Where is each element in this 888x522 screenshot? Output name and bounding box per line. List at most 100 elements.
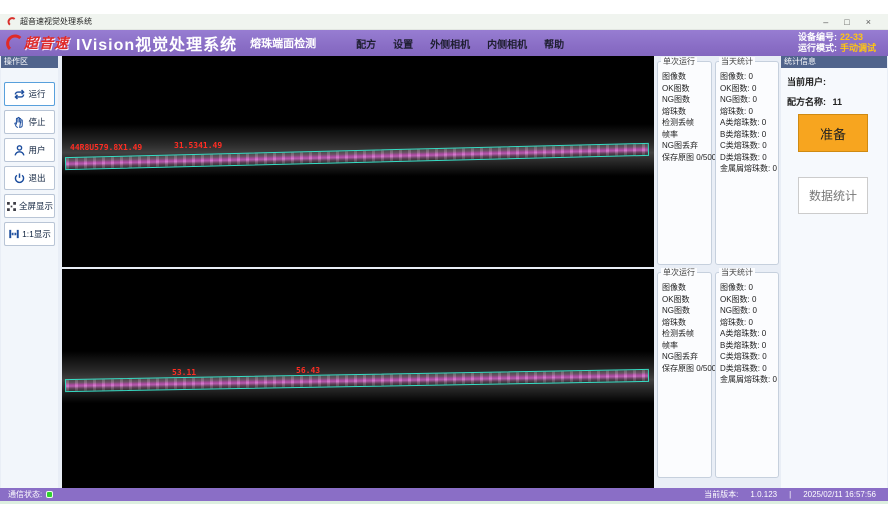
fullscreen-button[interactable]: 全屏显示: [4, 194, 55, 218]
measurement-annotation: 44R8U579.8X1.49: [70, 143, 142, 152]
stat-row: A类熔珠数: 0: [720, 328, 778, 340]
stat-row: 熔珠数: [662, 317, 711, 329]
version-label: 当前版本:: [704, 489, 738, 500]
info-panel: 当前用户: 配方名称: 11 准备 数据统计: [781, 68, 887, 488]
stat-row: 保存原图 0/500: [662, 363, 711, 375]
window-title: 超音速视觉处理系统: [20, 16, 92, 27]
stat-row: 图像数: [662, 71, 711, 83]
status-separator: |: [789, 490, 791, 499]
single-run-group-bottom: 单次运行 图像数 OK图数 NG图数 熔珠数 检测丢帧 帧率 NG图丢弃 保存原…: [657, 272, 712, 478]
window-minimize-icon[interactable]: –: [823, 15, 828, 29]
camera-view-top: 44R8U579.8X1.49 31.5341.49: [62, 56, 654, 267]
app-subtitle: 熔珠端面检测: [250, 35, 316, 51]
run-mode-label: 运行模式:: [798, 43, 837, 53]
run-mode-value: 手动调试: [840, 43, 876, 53]
sidebar-title: 操作区: [1, 56, 58, 68]
today-stats-group-top: 当天统计 图像数: 0 OK图数: 0 NG图数: 0 熔珠数: 0 A类熔珠数…: [715, 61, 779, 265]
comm-status-green-indicator: [46, 491, 53, 498]
stat-row: 保存原图 0/500: [662, 152, 711, 164]
recipe-name-value: 11: [833, 97, 843, 107]
brand-swoosh-icon: [5, 34, 23, 52]
power-icon: [13, 172, 26, 185]
stat-row: D类熔珠数: 0: [720, 152, 778, 164]
brand-logo: 超音速: [5, 33, 69, 53]
stat-row: D类熔珠数: 0: [720, 363, 778, 375]
measurement-annotation: 53.11: [172, 368, 196, 377]
operation-sidebar: 操作区 运行 停止: [1, 56, 58, 488]
stop-button[interactable]: 停止: [4, 110, 55, 134]
stat-row: 熔珠数: 0: [720, 106, 778, 118]
run-button-label: 运行: [28, 88, 45, 100]
window-maximize-icon[interactable]: □: [844, 15, 849, 29]
run-arrows-icon: [13, 88, 26, 101]
app-title: IVision视觉处理系统: [76, 31, 237, 55]
menu-inner-camera[interactable]: 内侧相机: [487, 36, 527, 51]
exit-button[interactable]: 退出: [4, 166, 55, 190]
window-close-icon[interactable]: ×: [866, 15, 871, 29]
stat-row: 检测丢帧: [662, 328, 711, 340]
stat-row: OK图数: 0: [720, 83, 778, 95]
menu-outer-camera[interactable]: 外侧相机: [430, 36, 470, 51]
run-button[interactable]: 运行: [4, 82, 55, 106]
one-to-one-button[interactable]: 1:1显示: [4, 222, 55, 246]
group-title: 单次运行: [661, 57, 697, 66]
device-info: 设备编号:22-33 运行模式:手动调试: [798, 32, 876, 54]
stat-row: NG图丢弃: [662, 351, 711, 363]
stat-row: OK图数: 0: [720, 294, 778, 306]
group-title: 当天统计: [719, 268, 755, 277]
stat-row: 图像数: 0: [720, 282, 778, 294]
comm-status-label: 通信状态:: [8, 489, 42, 500]
stat-row: 金属屑熔珠数: 0: [720, 163, 778, 175]
app-logo-icon: [7, 17, 16, 26]
user-button[interactable]: 用户: [4, 138, 55, 162]
stat-row: NG图数: [662, 94, 711, 106]
group-title: 单次运行: [661, 268, 697, 277]
recipe-name-label: 配方名称:: [787, 97, 826, 107]
stat-row: 检测丢帧: [662, 117, 711, 129]
today-stats-group-bottom: 当天统计 图像数: 0 OK图数: 0 NG图数: 0 熔珠数: 0 A类熔珠数…: [715, 272, 779, 478]
stat-row: NG图丢弃: [662, 140, 711, 152]
device-number-label: 设备编号:: [798, 32, 837, 42]
data-statistics-button[interactable]: 数据统计: [798, 177, 868, 214]
fullscreen-button-label: 全屏显示: [19, 200, 53, 212]
one-to-one-icon: [8, 228, 20, 240]
stat-row: OK图数: [662, 294, 711, 306]
user-icon: [13, 144, 26, 157]
measurement-annotation: 31.5341.49: [174, 141, 222, 150]
stat-row: B类熔珠数: 0: [720, 129, 778, 141]
os-titlebar: 超音速视觉处理系统 – □ ×: [0, 14, 888, 30]
main-area: 操作区 运行 停止: [0, 56, 888, 488]
exit-button-label: 退出: [28, 172, 45, 184]
stop-button-label: 停止: [28, 116, 45, 128]
stat-row: C类熔珠数: 0: [720, 351, 778, 363]
fullscreen-grid-icon: [6, 201, 17, 212]
status-bar: 通信状态: 当前版本: 1.0.123 | 2025/02/11 16:57:5…: [0, 488, 888, 501]
stat-row: C类熔珠数: 0: [720, 140, 778, 152]
info-panel-title: 统计信息: [781, 56, 887, 68]
measurement-annotation: 56.43: [296, 366, 320, 375]
stat-row: 帧率: [662, 129, 711, 141]
single-run-group-top: 单次运行 图像数 OK图数 NG图数 熔珠数 检测丢帧 帧率 NG图丢弃 保存原…: [657, 61, 712, 265]
menu-recipe[interactable]: 配方: [356, 36, 376, 51]
app-header: 超音速 IVision视觉处理系统 熔珠端面检测 配方 设置 外侧相机 内侧相机…: [0, 30, 888, 56]
brand-name: 超音速: [24, 33, 69, 53]
menu-settings[interactable]: 设置: [393, 36, 413, 51]
stat-row: NG图数: 0: [720, 305, 778, 317]
stat-row: 图像数: 0: [720, 71, 778, 83]
stat-row: A类熔珠数: 0: [720, 117, 778, 129]
bottom-strip: [0, 501, 888, 504]
menu-bar: 配方 设置 外侧相机 内侧相机 帮助: [356, 36, 564, 51]
stat-row: OK图数: [662, 83, 711, 95]
stat-row: 金属屑熔珠数: 0: [720, 374, 778, 386]
stat-row: 熔珠数: [662, 106, 711, 118]
menu-help[interactable]: 帮助: [544, 36, 564, 51]
prepare-button[interactable]: 准备: [798, 114, 868, 152]
current-user-label: 当前用户:: [787, 77, 826, 87]
device-number-value: 22-33: [840, 32, 863, 42]
stat-row: NG图数: [662, 305, 711, 317]
version-value: 1.0.123: [750, 490, 777, 499]
stat-row: 帧率: [662, 340, 711, 352]
user-button-label: 用户: [28, 144, 45, 156]
stat-row: B类熔珠数: 0: [720, 340, 778, 352]
app-window: 超音速视觉处理系统 – □ × 超音速 IVision视觉处理系统 熔珠端面检测…: [0, 0, 888, 522]
